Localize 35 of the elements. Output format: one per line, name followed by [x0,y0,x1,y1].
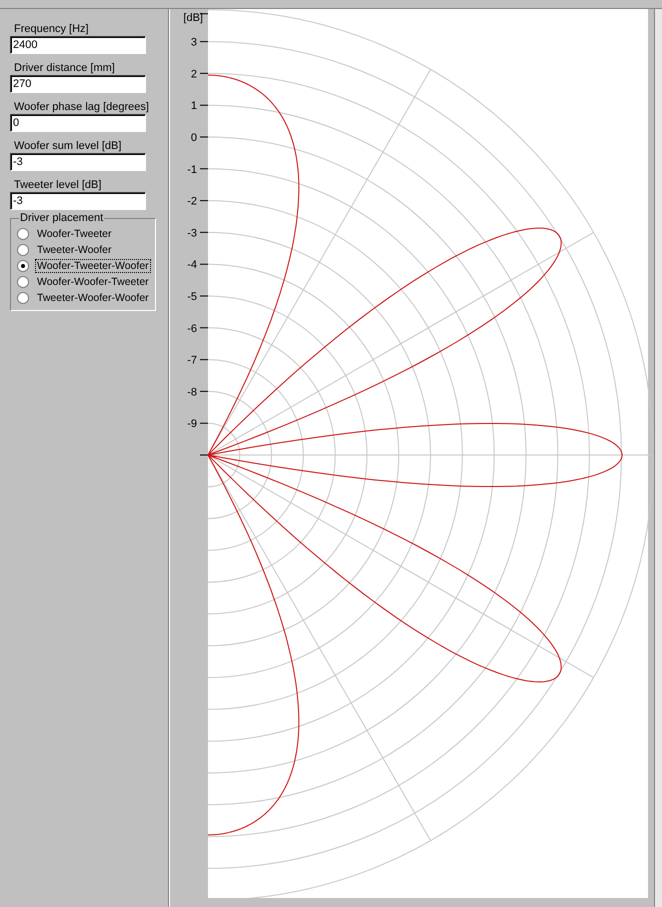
axis-tick-label: 1 [190,100,197,112]
radio-button[interactable] [17,276,29,288]
axis-tick-label: -9 [187,418,197,430]
radio-label[interactable]: Woofer-Woofer-Tweeter [35,275,151,289]
axis-tick-label: -4 [187,259,197,272]
group-title: Driver placement [19,212,104,224]
field-label: Woofer sum level [dB] [14,140,122,152]
input-field[interactable]: -3 [10,153,146,171]
radio-label[interactable]: Woofer-Tweeter-Woofer [35,259,151,273]
radio-label[interactable]: Woofer-Tweeter [35,227,114,241]
radio-button[interactable] [17,228,29,240]
field-label: Woofer phase lag [degrees] [14,101,149,113]
axis-tick-label: -5 [187,291,197,303]
axis-tick-label: 0 [190,132,197,144]
axis-tick-label: -8 [187,386,197,398]
radio-label[interactable]: Tweeter-Woofer-Woofer [35,291,151,305]
radio-button[interactable] [17,260,29,272]
input-field[interactable]: 270 [10,75,146,93]
field-label: Frequency [Hz] [14,23,89,35]
radio-button[interactable] [17,292,29,304]
radio-label[interactable]: Tweeter-Woofer [35,243,114,257]
axis-unit-label: [dB] [183,12,203,24]
axis-tick-label: -1 [187,164,197,176]
field-label: Driver distance [mm] [14,62,115,74]
axis-tick-label: 2 [190,68,197,80]
axis-tick-label: -6 [187,322,197,335]
axis-tick-label: -3 [187,227,197,240]
axis-tick-label: -2 [187,196,197,208]
field-label: Tweeter level [dB] [14,179,102,191]
input-field[interactable]: -3 [10,192,146,210]
input-field[interactable]: 2400 [10,36,146,54]
axis-tick-label: 3 [190,36,197,49]
input-field[interactable]: 0 [10,114,146,132]
axis-tick-label: -7 [187,354,197,367]
radio-button[interactable] [17,244,29,256]
